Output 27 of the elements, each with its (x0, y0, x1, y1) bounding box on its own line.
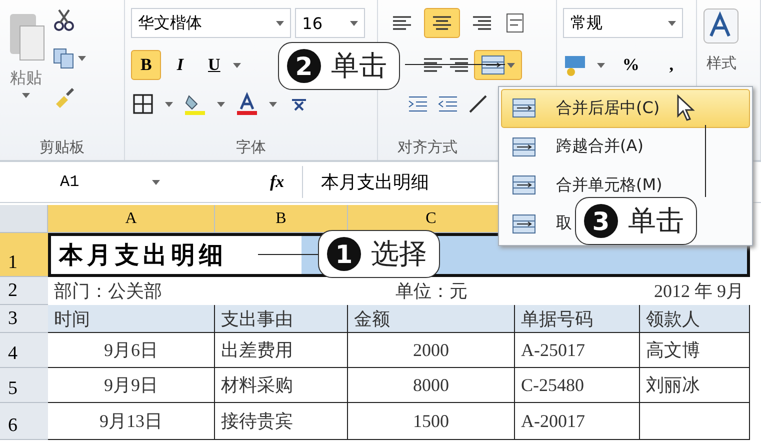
table-cell: 8000 (348, 368, 515, 403)
table-cell: 出差费用 (215, 333, 348, 368)
table-cell: 9月13日 (48, 403, 215, 440)
table-cell: 9月6日 (48, 333, 215, 368)
callout-text: 选择 (371, 236, 427, 272)
column-title: 时间 (48, 305, 215, 333)
column-title: 单据号码 (515, 305, 640, 333)
table-cell: A-25017 (515, 333, 640, 368)
column-title: 领款人 (640, 305, 750, 333)
table-cell: 1500 (348, 403, 515, 440)
step-number: 3 (584, 204, 618, 238)
table-cell: 材料采购 (215, 368, 348, 403)
step-number: 1 (327, 237, 361, 271)
group-label: 剪贴板 (40, 138, 85, 156)
step-number: 2 (287, 49, 321, 83)
table-cell: 2000 (348, 333, 515, 368)
group-label: 字体 (236, 138, 266, 156)
table-cell: 刘丽冰 (640, 368, 750, 403)
table-cell: C-25480 (515, 368, 640, 403)
column-title: 支出事由 (215, 305, 348, 333)
column-title: 金额 (348, 305, 515, 333)
table-cell: 接待贵宾 (215, 403, 348, 440)
table-cell: 9月9日 (48, 368, 215, 403)
group-label: 对齐方式 (398, 138, 458, 156)
table-cell: A-20017 (515, 403, 640, 440)
callout-text: 单击 (331, 48, 387, 84)
table-cell: 高文博 (640, 333, 750, 368)
